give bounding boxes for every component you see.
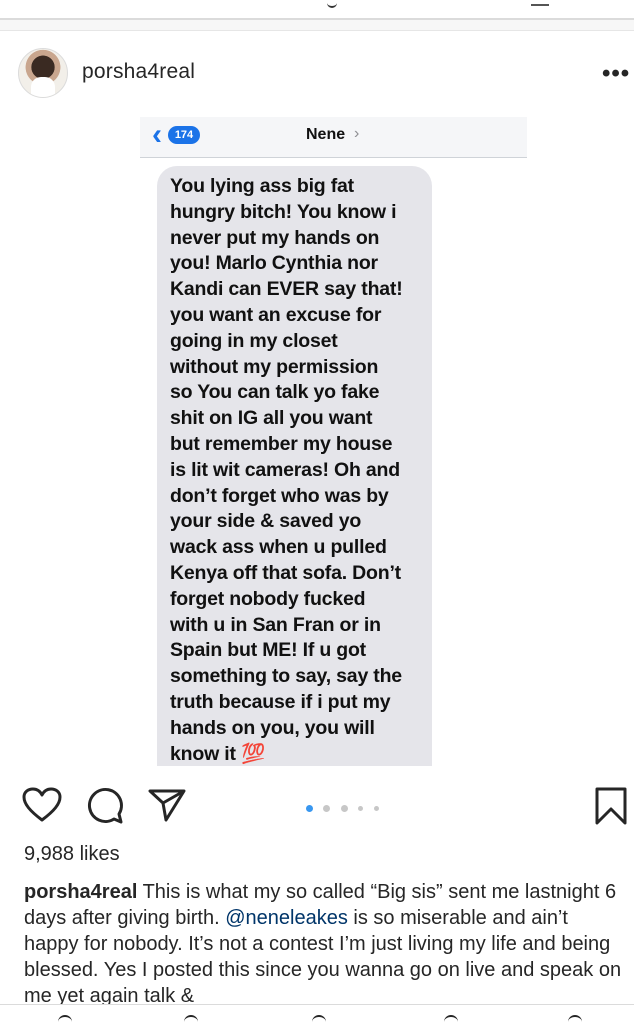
carousel-indicator — [306, 800, 385, 813]
add-post-icon[interactable] — [312, 1015, 326, 1026]
like-count[interactable]: 9,988 likes — [24, 843, 120, 866]
activity-icon[interactable] — [444, 1015, 458, 1026]
home-icon[interactable] — [58, 1015, 72, 1026]
caption: porsha4real This is what my so called “B… — [24, 879, 624, 1009]
unread-count-badge: 174 — [168, 126, 200, 144]
chevron-right-icon: › — [354, 125, 360, 142]
bookmark-icon[interactable] — [594, 786, 628, 826]
caption-username[interactable]: porsha4real — [24, 881, 137, 903]
mention-link[interactable]: @neneleakes — [225, 907, 348, 929]
message-text: You lying ass big fat hungry bitch! You … — [170, 175, 403, 765]
nav-icon-fragment-right — [531, 0, 549, 6]
bottom-tab-bar — [0, 1004, 634, 1024]
more-options-button[interactable]: ••• — [602, 60, 630, 88]
avatar[interactable] — [18, 48, 68, 98]
share-icon[interactable] — [148, 788, 186, 822]
comment-icon[interactable] — [86, 787, 124, 825]
heart-icon[interactable] — [22, 787, 62, 823]
back-chevron-icon: ‹ — [152, 118, 162, 151]
search-icon[interactable] — [184, 1015, 198, 1026]
top-nav-bar-fragment — [0, 0, 634, 20]
nav-icon-fragment — [327, 0, 337, 8]
profile-icon[interactable] — [568, 1015, 582, 1026]
avatar-figure — [31, 77, 55, 97]
post-username[interactable]: porsha4real — [82, 60, 195, 84]
contact-name: Nene — [306, 126, 346, 143]
feed-divider — [0, 20, 634, 31]
